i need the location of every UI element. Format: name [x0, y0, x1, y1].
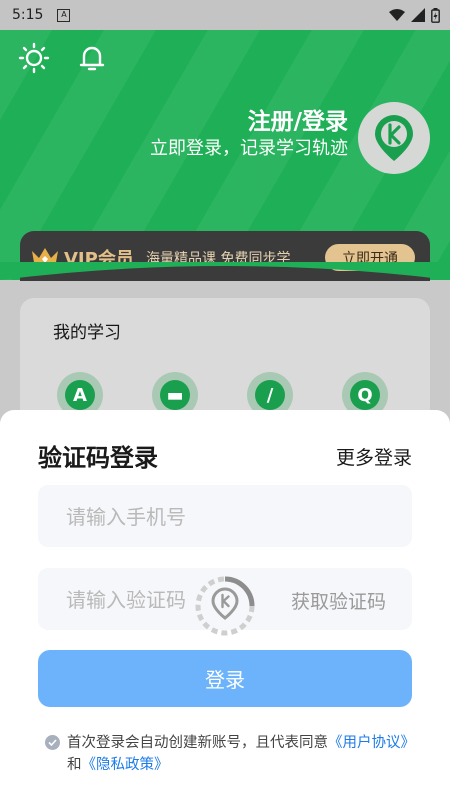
status-bar: 5:15 A: [0, 0, 450, 30]
agreement-check-icon[interactable]: [45, 735, 60, 750]
battery-icon: [431, 7, 440, 23]
avatar[interactable]: [358, 102, 430, 174]
privacy-policy-link[interactable]: 《隐私政策》: [82, 757, 169, 773]
header-bottom-curve: [0, 262, 450, 280]
my-study-title: 我的学习: [53, 323, 121, 343]
login-subtitle: 立即登录，记录学习轨迹: [150, 138, 348, 159]
theme-sun-icon[interactable]: [18, 42, 50, 74]
user-agreement-link[interactable]: 《用户协议》: [328, 735, 415, 751]
brand-logo-icon: [375, 115, 413, 161]
more-login-link[interactable]: 更多登录: [336, 443, 412, 470]
get-code-button[interactable]: 获取验证码: [291, 587, 386, 614]
sheet-title: 验证码登录: [38, 444, 158, 472]
login-register-title[interactable]: 注册/登录: [248, 102, 348, 136]
status-indicators: [389, 7, 440, 23]
phone-field-container[interactable]: [38, 485, 412, 549]
signal-icon: [411, 8, 425, 22]
login-button[interactable]: 登录: [38, 650, 412, 707]
notification-bell-icon[interactable]: [76, 42, 108, 74]
notification-badge-icon: A: [57, 8, 71, 22]
wifi-icon: [389, 9, 405, 21]
agreement-text: 首次登录会自动创建新账号，且代表同意《用户协议》和《隐私政策》: [67, 735, 415, 773]
agreement-notice: 首次登录会自动创建新账号，且代表同意《用户协议》和《隐私政策》: [45, 732, 415, 776]
loading-spinner-icon: [195, 576, 255, 636]
phone-input[interactable]: [64, 485, 317, 549]
status-time: 5:15: [12, 7, 44, 23]
